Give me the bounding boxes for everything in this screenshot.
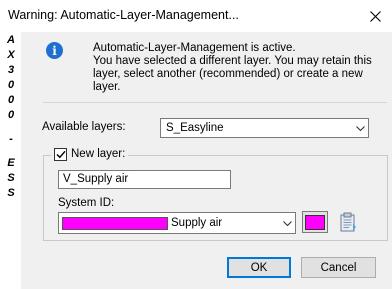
side-char: 3 — [7, 64, 15, 76]
new-layer-checkbox[interactable] — [54, 147, 67, 161]
color-swatch — [305, 214, 325, 230]
cancel-button[interactable]: Cancel — [301, 257, 376, 278]
side-char: 0 — [7, 109, 15, 121]
side-char: 0 — [7, 94, 15, 106]
new-layer-checkbox-row[interactable]: New layer: — [51, 146, 129, 162]
available-layers-value: S_Easyline — [166, 122, 224, 134]
side-char: S — [7, 187, 15, 199]
message-line: layer. — [93, 81, 121, 93]
close-icon — [369, 10, 381, 22]
title-bar: Warning: Automatic-Layer-Management... — [0, 0, 392, 32]
message-line: You have selected a different layer. You… — [93, 55, 372, 67]
new-layer-input[interactable]: V_Supply air — [58, 170, 231, 189]
system-id-value: Supply air — [171, 217, 223, 229]
system-color-button[interactable] — [302, 211, 328, 233]
layer-picker-button[interactable] — [337, 211, 359, 233]
chevron-down-icon — [352, 125, 368, 131]
window-title: Warning: Automatic-Layer-Management... — [8, 8, 239, 22]
ok-button[interactable]: OK — [227, 257, 291, 278]
close-button[interactable] — [358, 0, 392, 32]
system-id-dropdown[interactable]: Supply air — [58, 212, 296, 234]
system-color-swatch — [62, 216, 168, 230]
new-layer-label: New layer: — [71, 148, 126, 160]
info-icon: i — [46, 42, 63, 59]
message-line: Automatic-Layer-Management is active. — [93, 42, 296, 54]
available-layers-dropdown[interactable]: S_Easyline — [160, 118, 369, 138]
side-char: - — [9, 133, 13, 145]
warning-message: Automatic-Layer-Management is active. Yo… — [93, 42, 381, 94]
vertical-side-label: A X 3 0 0 0 - E S S — [0, 32, 20, 289]
available-layers-label: Available layers: — [42, 121, 126, 133]
chevron-down-icon — [279, 220, 295, 226]
side-char: X — [7, 49, 15, 61]
dialog-content: i Automatic-Layer-Management is active. … — [21, 32, 392, 289]
side-char: E — [7, 157, 15, 169]
clipboard-icon — [340, 212, 356, 232]
message-line: layer, select another (recommended) or c… — [93, 68, 363, 80]
side-char: A — [7, 34, 15, 46]
side-char: S — [7, 172, 15, 184]
checkmark-icon — [56, 150, 66, 158]
dialog-window: Warning: Automatic-Layer-Management... A… — [0, 0, 392, 289]
side-char: 0 — [7, 79, 15, 91]
system-id-label: System ID: — [58, 197, 115, 209]
separator — [43, 102, 387, 103]
